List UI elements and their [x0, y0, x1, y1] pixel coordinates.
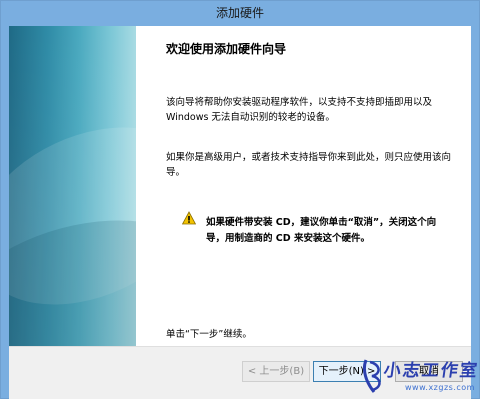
wizard-banner-image: [9, 26, 136, 346]
continue-instruction: 单击“下一步”继续。: [166, 329, 252, 340]
wizard-heading: 欢迎使用添加硬件向导: [166, 42, 287, 56]
warning-icon: [182, 211, 196, 225]
watermark-url: www.xzgzs.com: [405, 383, 475, 392]
wizard-description: 该向导将帮助你安装驱动程序软件，以支持不支持即插即用以及 Windows 无法自…: [166, 97, 433, 123]
install-cd-warning: 如果硬件带安装 CD，建议你单击“取消”，关闭这个向导，用制造商的 CD 来安装…: [206, 217, 437, 244]
watermark-text: 小志工作室: [382, 361, 480, 381]
advanced-user-note: 如果你是高级用户，或者技术支持指导你来到此处，则只应使用该向导。: [166, 152, 452, 178]
wizard-content: 欢迎使用添加硬件向导 该向导将帮助你安装驱动程序软件，以支持不支持即插即用以及 …: [136, 26, 471, 346]
window-title: 添加硬件: [215, 6, 264, 20]
title-bar[interactable]: 添加硬件: [1, 1, 479, 26]
add-hardware-window: 添加硬件 欢迎使用添加硬件向导 该向导将帮助你安装驱动程序软件，以支持不支持即插…: [0, 0, 480, 399]
back-button[interactable]: < 上一步(B): [242, 361, 310, 382]
window-frame-left: [1, 26, 9, 398]
window-frame-right: [471, 26, 479, 398]
